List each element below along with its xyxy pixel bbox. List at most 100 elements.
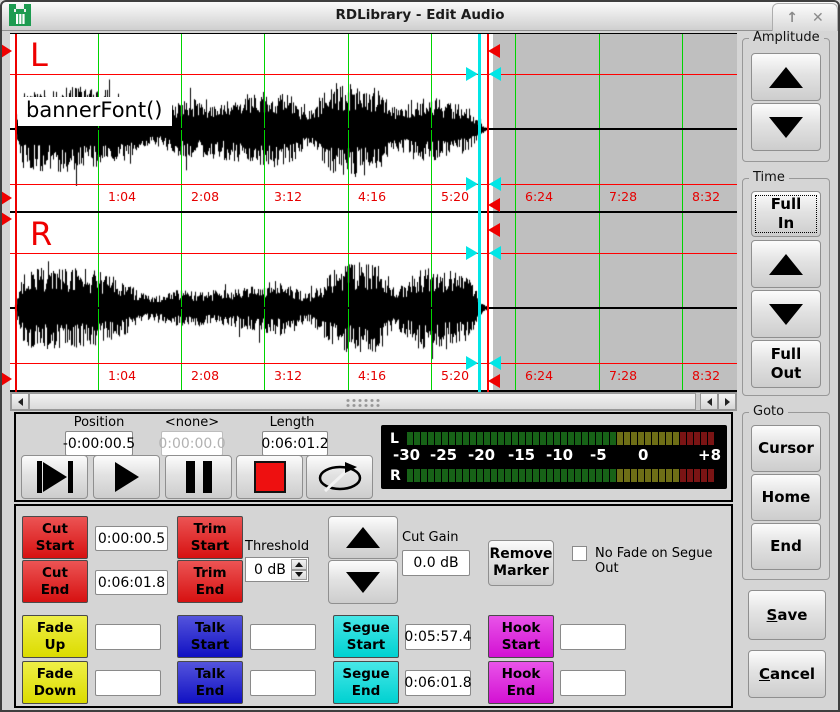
waveform-widget[interactable]: L bannerFont() 1:042:083:124:165:206:247… [10, 33, 737, 411]
amplitude-ref-line [10, 363, 737, 364]
no-fade-checkbox[interactable] [572, 546, 587, 561]
cut-end-marker-icon[interactable] [488, 198, 500, 212]
segue-end-field[interactable]: 0:06:01.8 [405, 670, 471, 696]
play-from-start-button[interactable] [21, 455, 88, 499]
segue-start-field[interactable]: 0:05:57.4 [405, 624, 471, 650]
trim-start-button[interactable]: Trim Start [177, 516, 243, 559]
scroll-right-button[interactable] [718, 393, 736, 410]
trim-end-button[interactable]: Trim End [177, 560, 243, 603]
fade-down-button[interactable]: Fade Down [22, 661, 88, 704]
meter-segment [491, 469, 497, 482]
talk-start-button[interactable]: Talk Start [177, 615, 243, 658]
meter-segment [610, 469, 616, 482]
segue-start-button[interactable]: Segue Start [333, 615, 399, 658]
time-full-in-button[interactable]: Full In [751, 191, 821, 237]
loop-button[interactable] [306, 455, 373, 499]
meter-segment [575, 469, 581, 482]
meter-segment [701, 469, 707, 482]
meter-segment [701, 432, 707, 445]
scrollbar-thumb[interactable] [29, 393, 696, 410]
meter-segment [589, 432, 595, 445]
marker-label: <none> [146, 415, 238, 430]
segue-start-marker-icon[interactable] [466, 67, 478, 81]
meter-segment [512, 432, 518, 445]
hook-end-field[interactable] [560, 670, 626, 696]
down-arrow-icon [769, 304, 803, 325]
segue-end-button[interactable]: Segue End [333, 661, 399, 704]
time-zoom-in-button[interactable] [751, 240, 821, 288]
meter-segment [463, 469, 469, 482]
save-label: ave [777, 606, 807, 624]
cut-start-marker-icon[interactable] [1, 372, 12, 386]
hook-end-button[interactable]: Hook End [488, 661, 554, 704]
fade-up-field[interactable] [95, 624, 161, 650]
position-field[interactable]: -0:00:00.5 [65, 431, 133, 456]
segue-start-marker-icon[interactable] [466, 246, 478, 260]
segue-start-marker-icon[interactable] [489, 177, 501, 191]
goto-cursor-button[interactable]: Cursor [751, 425, 821, 472]
hook-start-field[interactable] [560, 624, 626, 650]
cut-end-marker-icon[interactable] [488, 44, 500, 58]
talk-end-field[interactable] [250, 670, 316, 696]
scroll-left-button-2[interactable] [700, 393, 718, 410]
segue-start-marker-icon[interactable] [466, 177, 478, 191]
cut-start-field[interactable]: 0:00:00.5 [95, 526, 168, 551]
cut-end-field[interactable]: 0:06:01.8 [95, 570, 168, 595]
talk-start-field[interactable] [250, 624, 316, 650]
time-zoom-out-button[interactable] [751, 290, 821, 338]
play-button[interactable] [93, 455, 160, 499]
segue-start-marker-icon[interactable] [466, 356, 478, 370]
no-fade-label: No Fade on Segue Out [595, 546, 731, 576]
cancel-button[interactable]: Cancel [748, 650, 826, 698]
save-button[interactable]: Save [748, 590, 826, 640]
cut-end-marker-icon[interactable] [488, 223, 500, 237]
meter-segment [449, 432, 455, 445]
threshold-spinbox[interactable]: 0 dB [245, 557, 309, 582]
cut-gain-field[interactable]: 0.0 dB [402, 550, 470, 576]
goto-end-button[interactable]: End [751, 523, 821, 570]
goto-home-button[interactable]: Home [751, 474, 821, 521]
meter-segment [673, 432, 679, 445]
gain-down-button[interactable] [328, 560, 398, 604]
cut-end-button[interactable]: Cut End [22, 560, 88, 603]
waveform-channel-left[interactable]: L bannerFont() 1:042:083:124:165:206:247… [10, 34, 737, 213]
down-arrow-icon [295, 572, 303, 577]
fade-down-field[interactable] [95, 670, 161, 696]
talk-end-button[interactable]: Talk End [177, 661, 243, 704]
spin-down-button[interactable] [291, 570, 307, 581]
cut-start-button[interactable]: Cut Start [22, 516, 88, 559]
time-tick-label: 1:04 [108, 368, 136, 383]
amplitude-up-button[interactable] [751, 53, 821, 101]
amplitude-down-button[interactable] [751, 103, 821, 151]
spin-up-button[interactable] [291, 559, 307, 570]
meter-segment [666, 432, 672, 445]
waveform-channel-right[interactable]: R 1:042:083:124:165:206:247:288:32 [10, 213, 737, 392]
pause-button[interactable] [165, 455, 232, 499]
remove-marker-button[interactable]: Remove Marker [488, 540, 554, 586]
hook-start-button[interactable]: Hook Start [488, 615, 554, 658]
segue-start-marker-icon[interactable] [489, 246, 501, 260]
shade-window-icon[interactable]: ↑ [786, 11, 798, 25]
scroll-left-button[interactable] [11, 393, 29, 410]
time-tick-label: 4:16 [358, 368, 386, 383]
cut-start-line [15, 34, 17, 392]
gain-up-button[interactable] [328, 516, 398, 559]
fade-up-button[interactable]: Fade Up [22, 615, 88, 658]
meter-segment [498, 469, 504, 482]
length-field[interactable]: 0:06:01.2 [262, 431, 328, 456]
cut-start-marker-icon[interactable] [1, 44, 12, 58]
cancel-label: ancel [770, 665, 815, 683]
time-full-out-button[interactable]: Full Out [751, 340, 821, 388]
waveform-scrollbar[interactable] [10, 392, 737, 411]
amplitude-group-label: Amplitude [749, 30, 824, 45]
segue-start-marker-icon[interactable] [489, 356, 501, 370]
cut-end-marker-icon[interactable] [488, 374, 500, 388]
segue-start-marker-icon[interactable] [489, 67, 501, 81]
stop-button[interactable] [236, 455, 303, 499]
title-bar[interactable]: RDLibrary - Edit Audio ↑ ✕ [0, 0, 840, 31]
marker-field: 0:00:00.0 [161, 431, 223, 456]
cut-start-marker-icon[interactable] [1, 212, 12, 226]
cut-start-marker-icon[interactable] [1, 191, 12, 205]
close-window-icon[interactable]: ✕ [812, 11, 824, 25]
up-arrow-icon [295, 562, 303, 567]
